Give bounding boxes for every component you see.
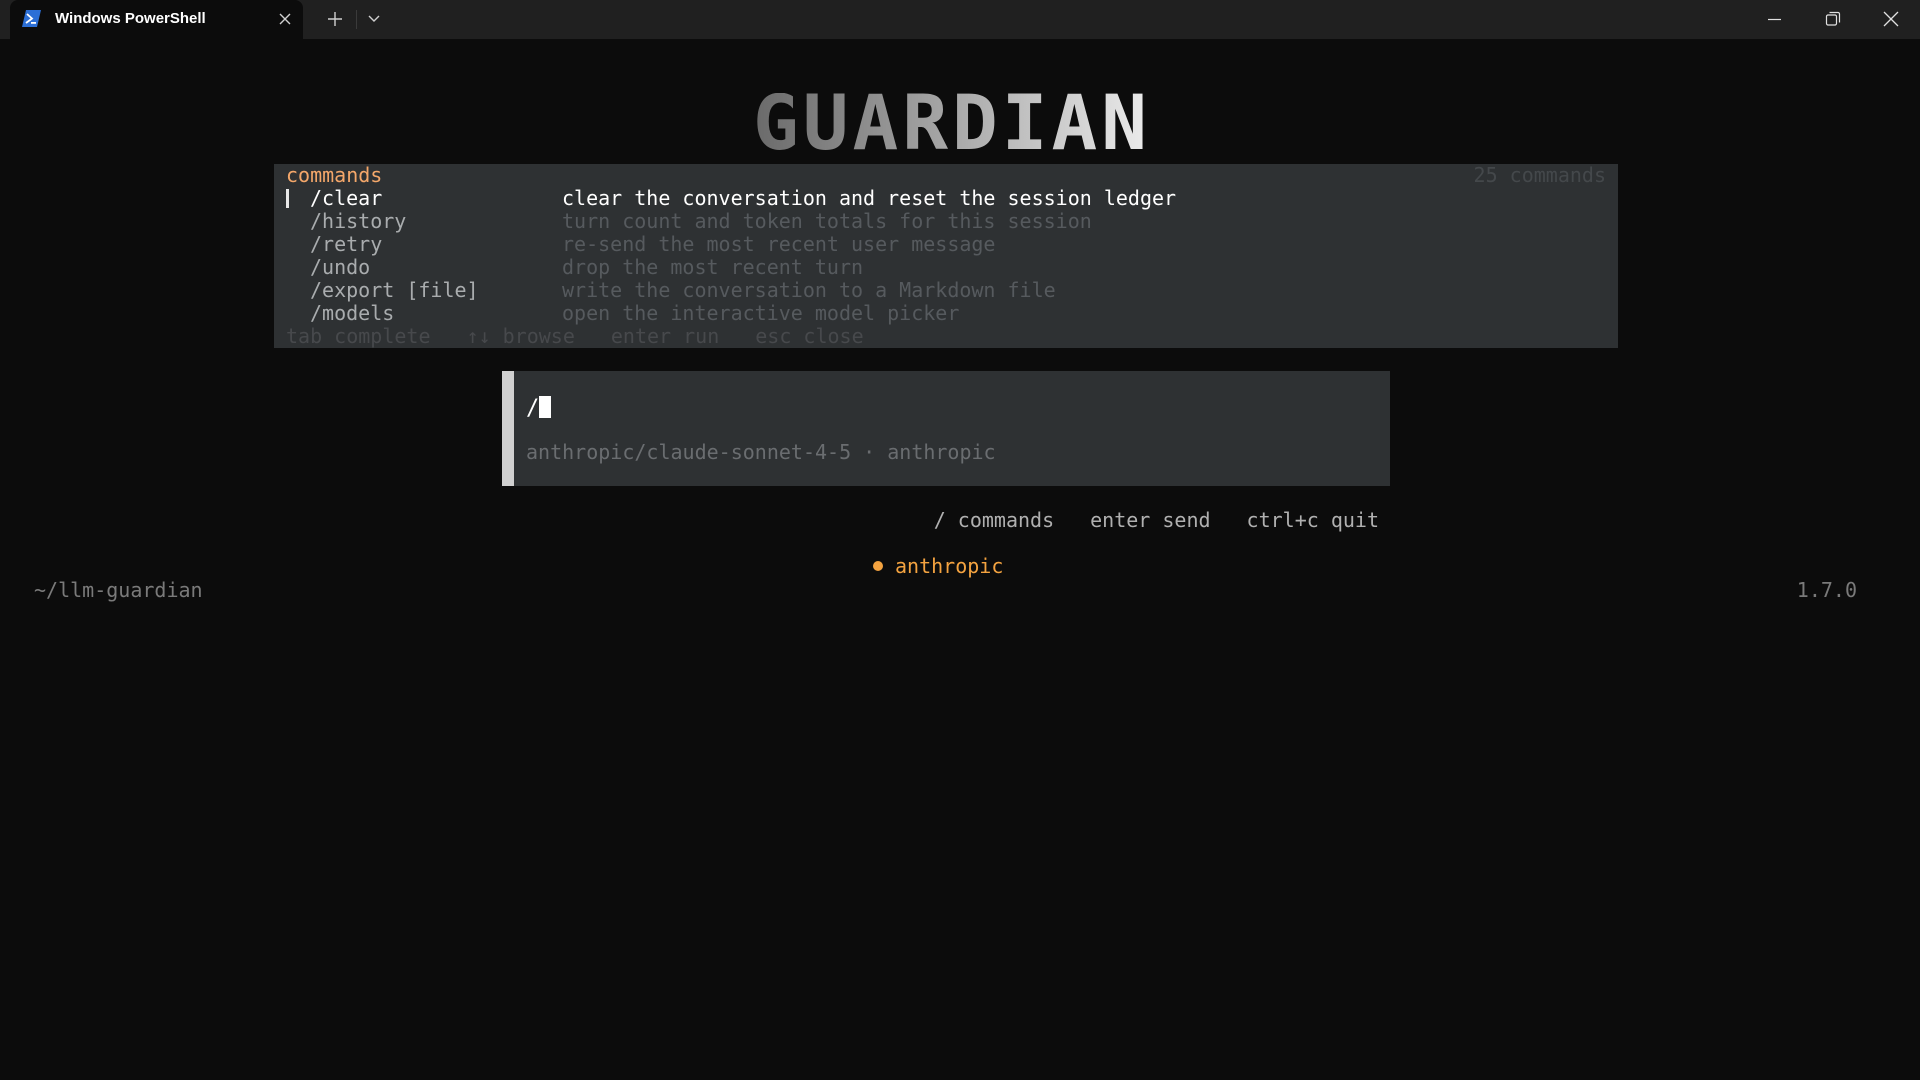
- input-value: /: [526, 396, 540, 421]
- command-count: 25 commands: [1473, 163, 1606, 187]
- hint-esc: esc close: [755, 324, 864, 348]
- title-bar: Windows PowerShell: [0, 0, 1920, 39]
- close-window-icon[interactable]: [1883, 11, 1899, 27]
- close-tab-icon[interactable]: [278, 12, 292, 26]
- command-name: /retry: [310, 232, 383, 256]
- hint-commands: / commands: [933, 508, 1055, 532]
- command-name: /undo: [310, 255, 371, 279]
- new-tab-plus-icon[interactable]: [327, 11, 343, 27]
- command-description: open the interactive model picker: [562, 301, 960, 325]
- command-description: clear the conversation and reset the ses…: [562, 186, 1177, 210]
- text-cursor: [539, 396, 552, 418]
- status-dot-icon: [873, 561, 883, 571]
- command-item-models[interactable]: /models open the interactive model picke…: [274, 302, 1618, 325]
- command-name: /history: [310, 209, 407, 233]
- command-description: re-send the most recent user message: [562, 232, 996, 256]
- hint-tab: tab complete: [286, 324, 431, 348]
- command-description: write the conversation to a Markdown fil…: [562, 278, 1056, 302]
- selection-marker: [286, 189, 289, 208]
- minimize-icon[interactable]: [1767, 12, 1782, 27]
- command-description: drop the most recent turn: [562, 255, 864, 279]
- logo-text: GUARDIAN: [753, 93, 1151, 155]
- command-item-clear[interactable]: /clear clear the conversation and reset …: [274, 187, 1618, 210]
- tab-windows-powershell[interactable]: Windows PowerShell: [10, 0, 303, 39]
- powershell-icon: [22, 10, 41, 27]
- command-palette: commands 25 commands /clear clear the co…: [274, 164, 1618, 348]
- prompt-input[interactable]: /: [526, 396, 552, 422]
- command-description: turn count and token totals for this ses…: [562, 209, 1092, 233]
- hint-enter: enter run: [610, 324, 720, 348]
- hint-send: enter send: [1090, 508, 1211, 532]
- input-accent-bar: [502, 371, 514, 486]
- shortcut-hints: / commands enter send ctrl+c quit: [898, 508, 1379, 532]
- restore-icon[interactable]: [1825, 11, 1841, 27]
- command-name: /models: [310, 301, 395, 325]
- tab-title: Windows PowerShell: [55, 10, 206, 27]
- hint-quit: ctrl+c quit: [1246, 508, 1379, 532]
- palette-header: commands: [286, 163, 383, 187]
- model-label: anthropic/claude-sonnet-4-5 · anthropic: [526, 440, 996, 464]
- chevron-down-icon[interactable]: [367, 13, 381, 25]
- tab-separator: [356, 10, 357, 29]
- palette-hints: tab complete ↑↓ browse enter run esc close: [286, 325, 900, 348]
- command-item-retry[interactable]: /retry re-send the most recent user mess…: [274, 233, 1618, 256]
- provider-name: anthropic: [895, 554, 1004, 578]
- command-item-export[interactable]: /export [file] write the conversation to…: [274, 279, 1618, 302]
- current-directory: ~/llm-guardian: [34, 578, 203, 602]
- prompt-input-box[interactable]: / anthropic/claude-sonnet-4-5 · anthropi…: [502, 371, 1390, 486]
- version-label: 1.7.0: [1796, 578, 1857, 602]
- command-name: /clear: [310, 186, 383, 210]
- guardian-logo: GUARDIAN: [753, 93, 1151, 155]
- hint-browse: ↑↓ browse: [466, 324, 575, 348]
- provider-status: anthropic: [873, 554, 1003, 578]
- command-item-undo[interactable]: /undo drop the most recent turn: [274, 256, 1618, 279]
- command-item-history[interactable]: /history turn count and token totals for…: [274, 210, 1618, 233]
- command-name: /export [file]: [310, 278, 479, 302]
